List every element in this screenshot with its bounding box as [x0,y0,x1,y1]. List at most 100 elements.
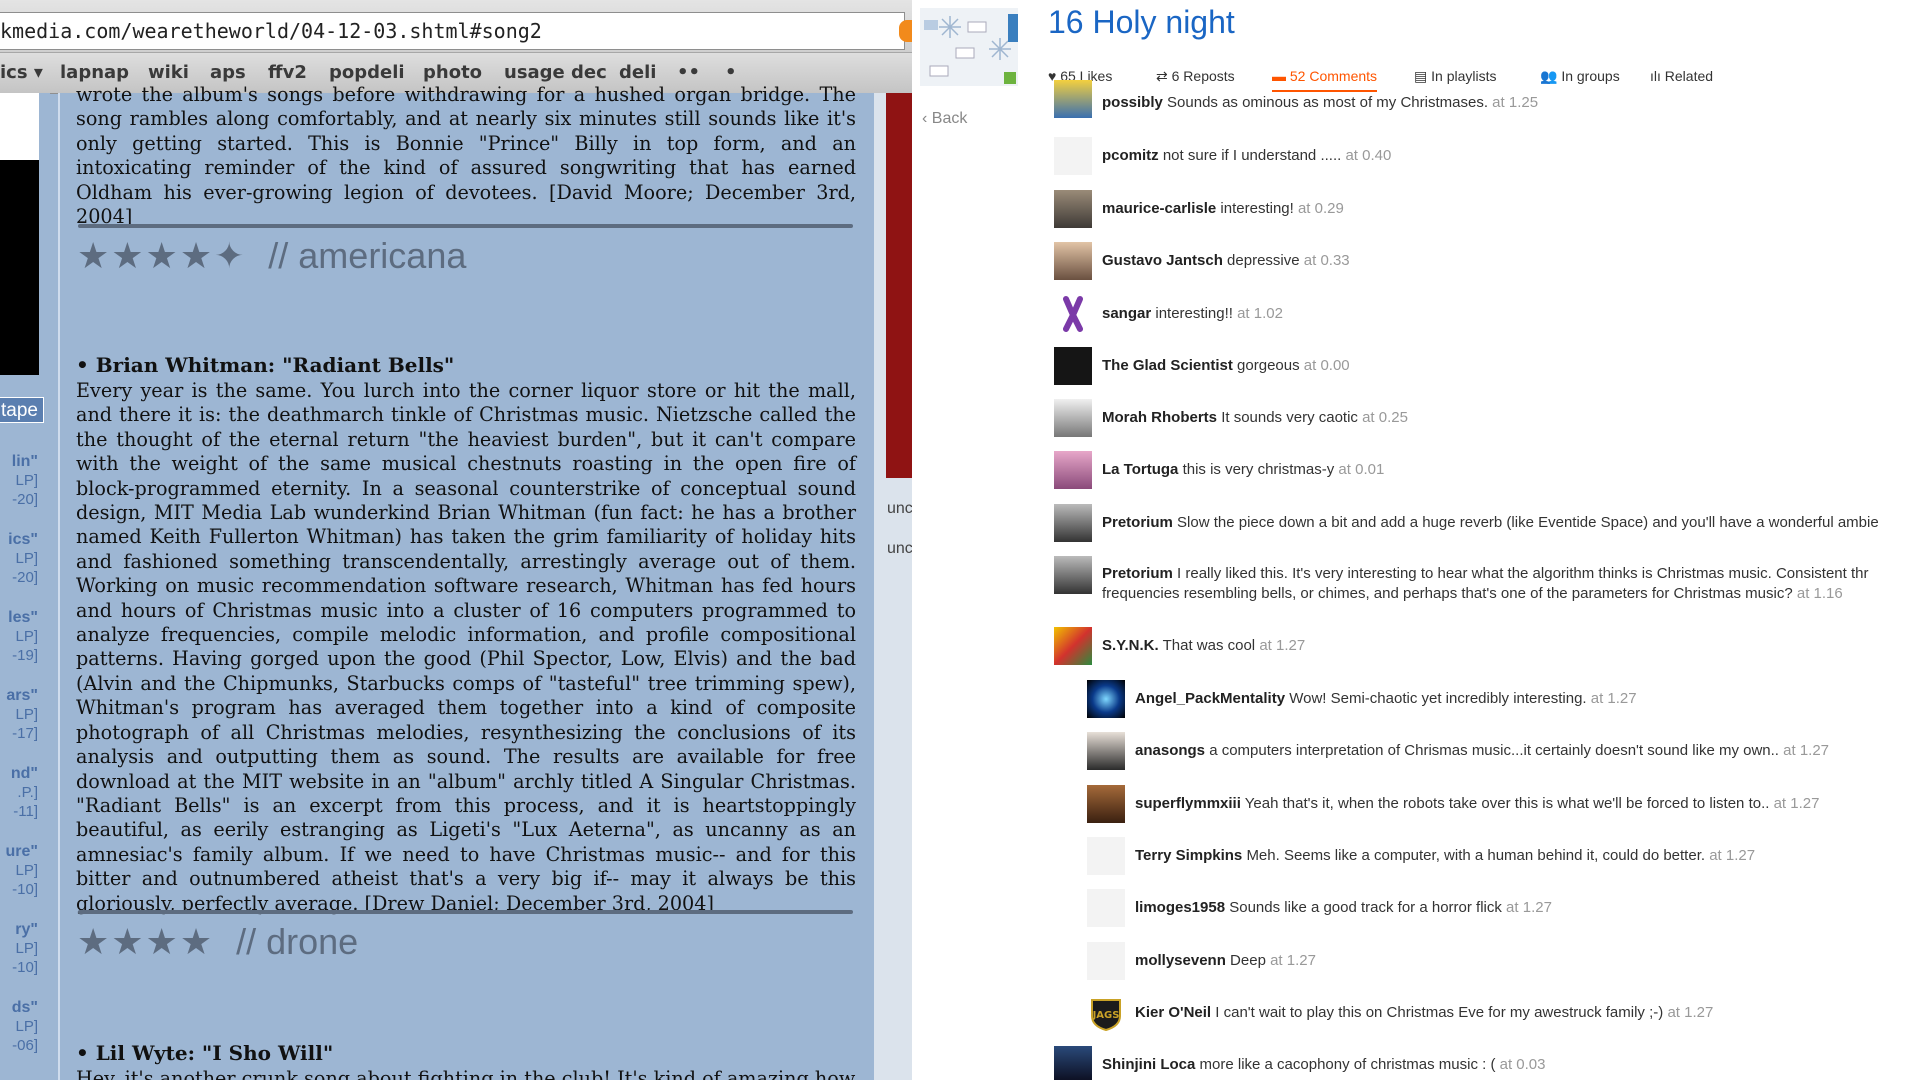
comment-time[interactable]: at 1.27 [1774,795,1820,812]
avatar[interactable] [1054,137,1092,175]
comment-time[interactable]: at 1.27 [1270,952,1316,969]
comment-user[interactable]: La Tortuga [1102,461,1178,478]
url-field[interactable]: kmedia.com/wearetheworld/04-12-03.shtml#… [0,12,905,50]
groups-stat[interactable]: 👥 In groups [1540,68,1620,85]
groups-label: In groups [1561,68,1620,84]
side-banner-image [886,93,912,478]
playlists-stat[interactable]: ▤ In playlists [1414,68,1496,85]
comment-user[interactable]: Morah Rhoberts [1102,409,1217,426]
star-rating-icon: ★★★★✦ [77,235,247,276]
comment-time[interactable]: at 1.02 [1237,305,1283,322]
related-stat[interactable]: ılı Related [1650,68,1713,84]
comment-user[interactable]: sangar [1102,305,1151,322]
comment-time[interactable]: at 0.25 [1362,409,1408,426]
avatar[interactable]: JAGS [1087,994,1125,1032]
avatar[interactable] [1087,680,1125,718]
sidebar-entry-format: LP] [15,862,38,879]
avatar[interactable] [1087,942,1125,980]
avatar[interactable] [1054,80,1092,118]
comment-user[interactable]: The Glad Scientist [1102,357,1233,374]
comment-user[interactable]: S.Y.N.K. [1102,637,1159,654]
comment-time[interactable]: at 0.33 [1304,252,1350,269]
chevron-left-icon: ‹ [922,110,928,127]
sidebar-entry[interactable]: les" LP] -19] [0,608,38,665]
comment-time[interactable]: at 1.27 [1667,1004,1713,1021]
avatar[interactable] [1054,627,1092,665]
comment-user[interactable]: anasongs [1135,742,1205,759]
track-artwork[interactable] [920,8,1018,86]
avatar[interactable] [1054,399,1092,437]
avatar[interactable] [1087,837,1125,875]
comment-time[interactable]: at 1.27 [1591,690,1637,707]
rss-icon[interactable] [899,20,912,42]
sidebar-entry[interactable]: ics" LP] -20] [0,530,38,587]
comment-time[interactable]: at 1.27 [1709,847,1755,864]
comment-time[interactable]: at 1.27 [1506,899,1552,916]
sidebar-entry-date: -10] [12,881,38,898]
comment-text: this is very christmas-y [1182,461,1335,478]
comment-time[interactable]: at 0.00 [1304,357,1350,374]
comment-text: It sounds very caotic [1221,409,1358,426]
comment-time[interactable]: at 1.25 [1492,94,1538,111]
bookmark-item[interactable]: • [725,62,737,83]
comments-stat[interactable]: ▬ 52 Comments [1272,68,1378,92]
sidebar-entry[interactable]: ry" LP] -10] [0,920,38,977]
mixtape-tab[interactable]: tape [0,397,44,423]
comment-user[interactable]: Pretorium [1102,565,1173,582]
sidebar-entry[interactable]: ure" LP] -10] [0,842,38,899]
comment-user[interactable]: Terry Simpkins [1135,847,1242,864]
bookmark-item[interactable]: ffv2 [268,62,307,83]
bookmark-item[interactable]: popdeli [329,62,405,83]
comment-time[interactable]: at 0.01 [1338,461,1384,478]
comment-user[interactable]: Gustavo Jantsch [1102,252,1223,269]
comment-user[interactable]: Shinjini Loca [1102,1056,1195,1073]
bookmark-item[interactable]: lapnap [60,62,129,83]
avatar[interactable] [1054,242,1092,280]
comment-time[interactable]: at 1.27 [1783,742,1829,759]
sidebar-entry[interactable]: lin" LP] -20] [0,452,38,509]
comment-user[interactable]: maurice-carlisle [1102,200,1216,217]
bookmark-item[interactable]: wiki [148,62,189,83]
related-label: Related [1664,68,1714,84]
bookmark-item[interactable]: •• [677,62,700,83]
comment-user[interactable]: superflymmxiii [1135,795,1241,812]
bookmark-item[interactable]: deli [619,62,656,83]
comment-time[interactable]: at 0.03 [1500,1056,1546,1073]
bookmark-item[interactable]: aps [210,62,246,83]
comment-user[interactable]: pcomitz [1102,147,1159,164]
comment-user[interactable]: Kier O'Neil [1135,1004,1211,1021]
avatar[interactable] [1054,1046,1092,1080]
comment-time[interactable]: at 1.27 [1259,637,1305,654]
avatar[interactable] [1087,785,1125,823]
comment-user[interactable]: Pretorium [1102,514,1173,531]
bookmark-item[interactable]: usage dec [504,62,607,83]
bookmark-item[interactable]: photo [423,62,482,83]
sidebar-entry-date: -17] [12,725,38,742]
avatar[interactable] [1087,732,1125,770]
comment-text: interesting! [1220,200,1294,217]
avatar[interactable] [1087,889,1125,927]
avatar[interactable] [1054,190,1092,228]
playlists-label: In playlists [1431,68,1497,84]
avatar[interactable] [1054,295,1092,333]
reposts-stat[interactable]: ⇄ 6 Reposts [1156,68,1235,85]
comment-time[interactable]: at 1.16 [1797,585,1843,602]
avatar[interactable] [1054,556,1092,594]
rating-row: ★★★★ // drone [77,921,358,962]
comment-user[interactable]: Angel_PackMentality [1135,690,1285,707]
sidebar-entry[interactable]: nd" .P.] -11] [0,764,38,821]
sidebar-entry[interactable]: ars" LP] -17] [0,686,38,743]
sidebar-entry[interactable]: ds" LP] -06] [0,998,38,1055]
sidebar-entry-title: ds" [11,999,38,1016]
avatar[interactable] [1054,504,1092,542]
comment-time[interactable]: at 0.40 [1345,147,1391,164]
sidebar-entry-title: ars" [6,687,38,704]
avatar[interactable] [1054,451,1092,489]
comment-user[interactable]: limoges1958 [1135,899,1225,916]
comment-time[interactable]: at 0.29 [1298,200,1344,217]
avatar[interactable] [1054,347,1092,385]
comment-user[interactable]: possibly [1102,94,1163,111]
back-link[interactable]: ‹ Back [922,110,967,128]
bookmark-item[interactable]: ics ▾ [0,62,43,83]
comment-user[interactable]: mollysevenn [1135,952,1226,969]
